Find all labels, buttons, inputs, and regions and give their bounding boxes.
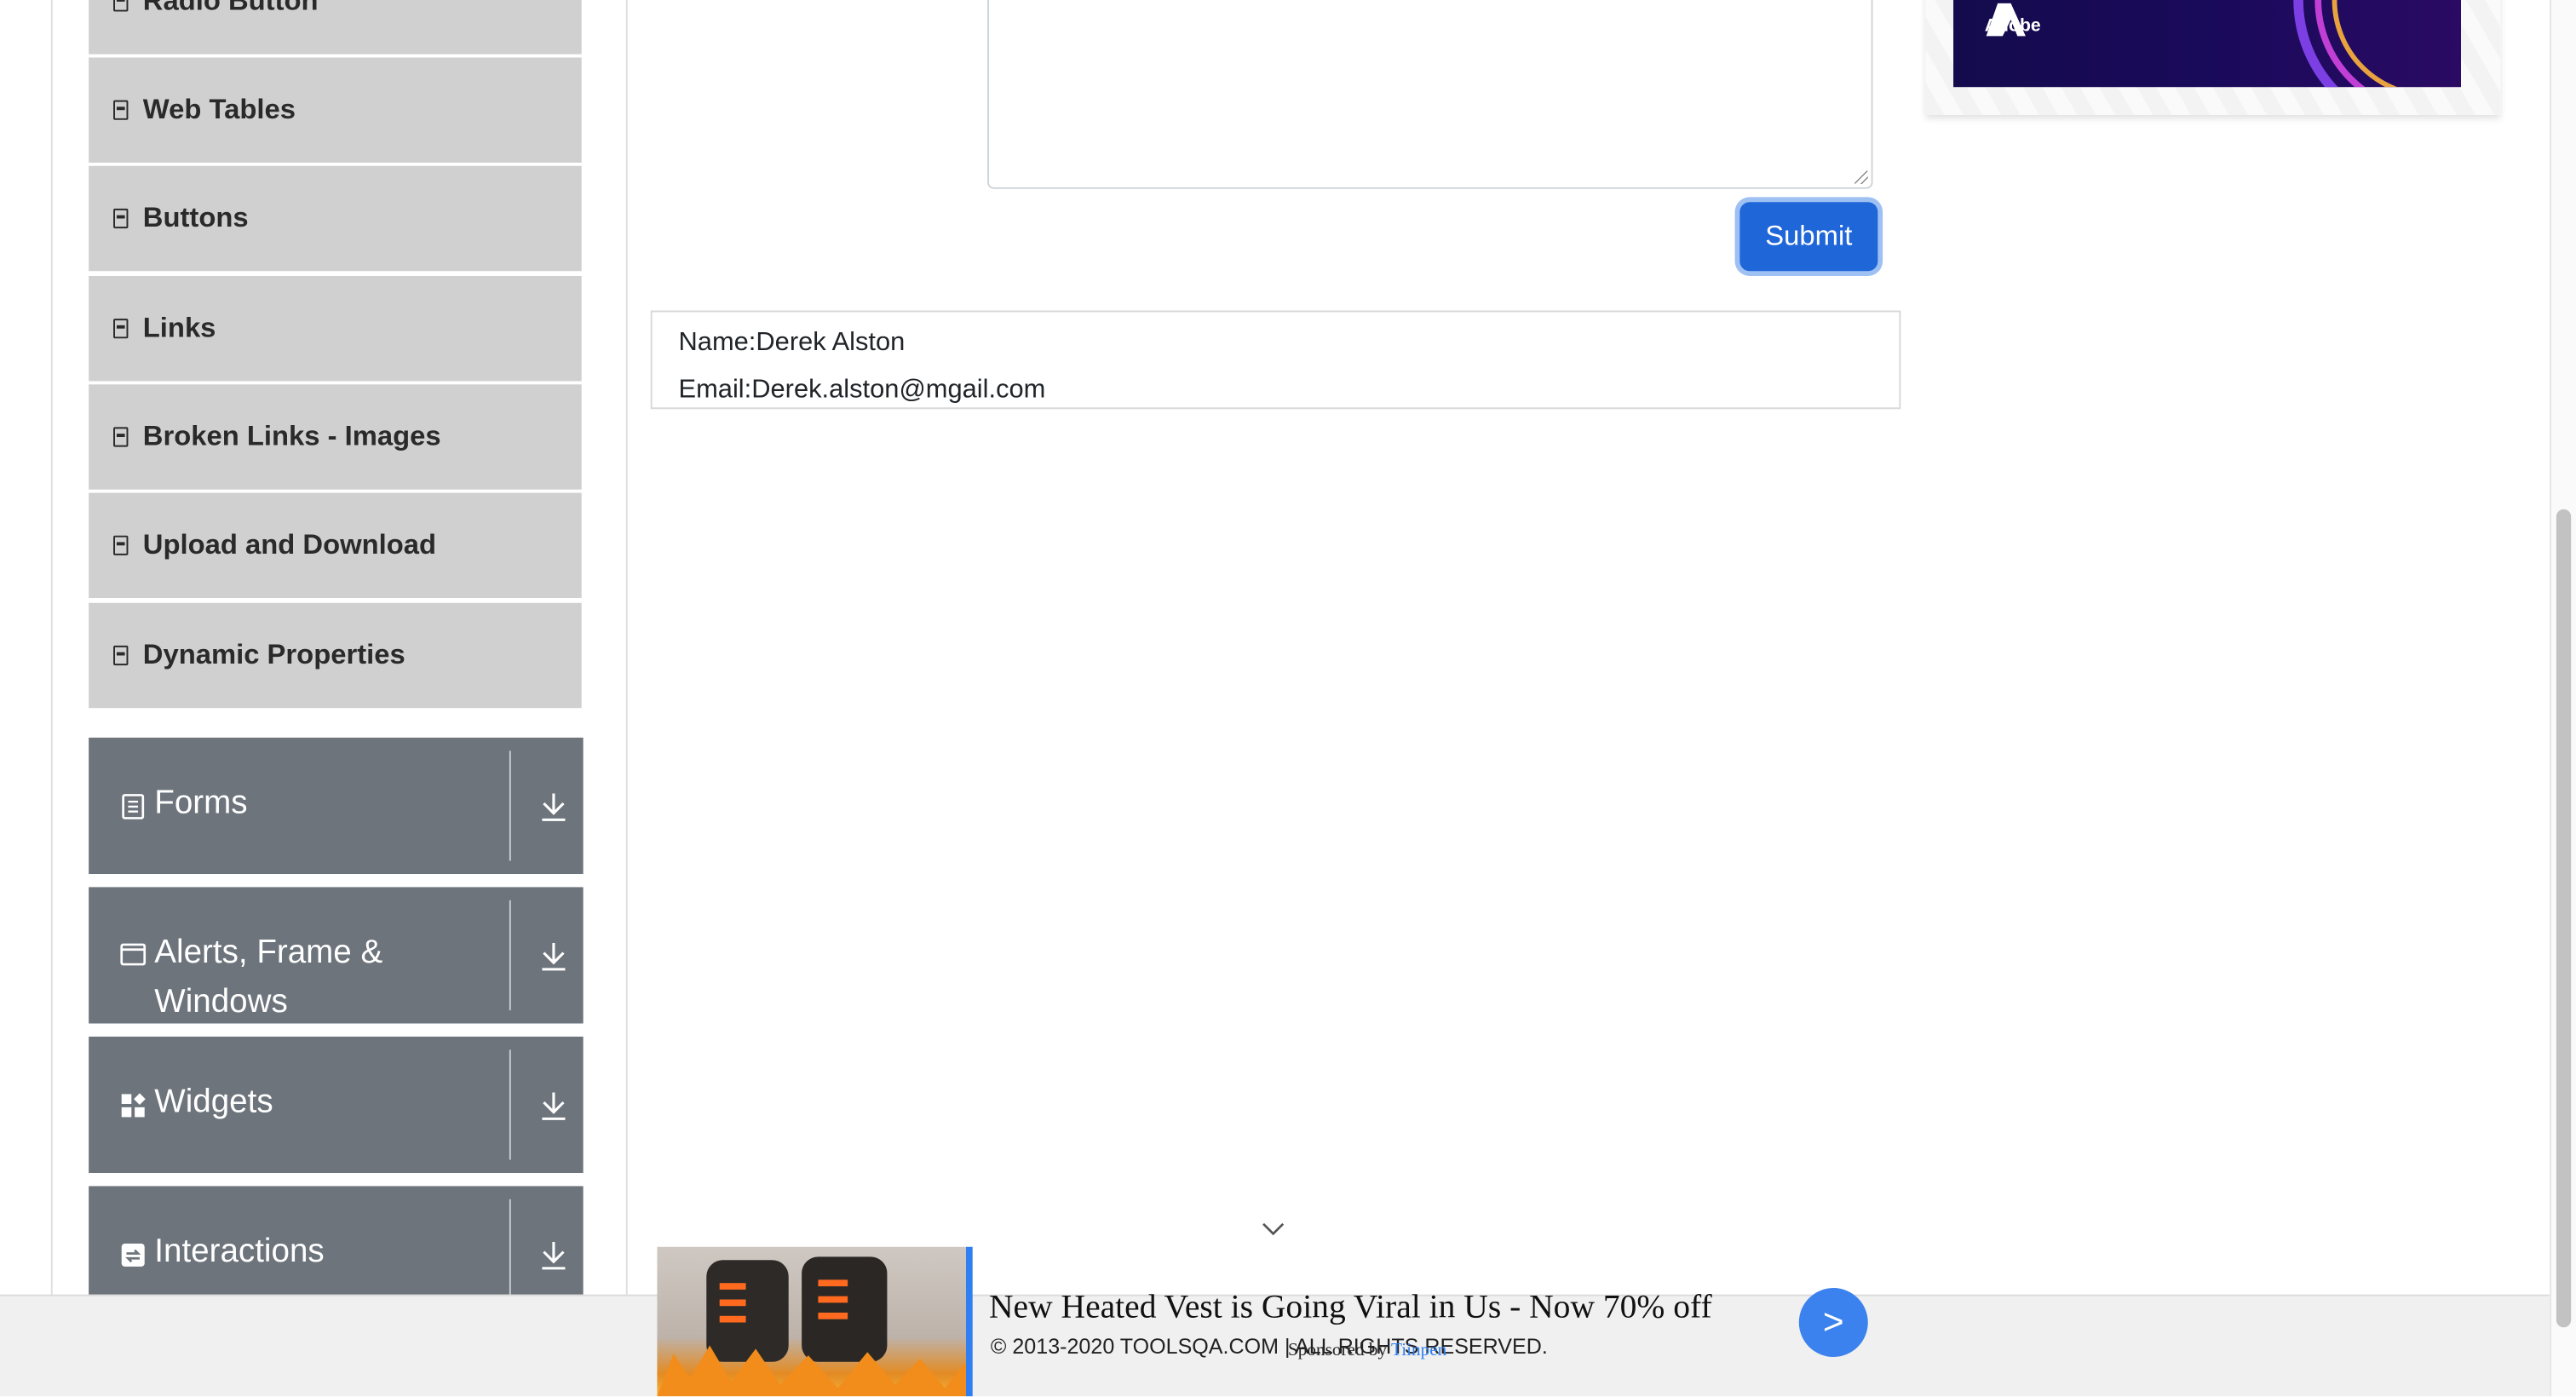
group-header-forms[interactable]: Forms [89, 737, 584, 874]
sidebar-item-label: Broken Links - Images [142, 420, 441, 452]
sidebar-item-label: Buttons [142, 202, 249, 233]
group-label: Interactions [154, 1233, 325, 1270]
ad-go-button[interactable]: > [1798, 1287, 1868, 1357]
sidebar-item-label: Links [142, 312, 216, 344]
sidebar-item-web-tables[interactable]: Web Tables [89, 57, 582, 163]
file-code-icon [113, 645, 129, 666]
group-header-widgets[interactable]: Widgets [89, 1036, 584, 1173]
sidebar-item-dynamic-properties[interactable]: Dynamic Properties [89, 602, 582, 709]
download-arrow-icon[interactable] [539, 790, 569, 824]
file-code-icon [113, 535, 129, 555]
right-ad-banner[interactable]: Adobe [1925, 0, 2501, 115]
sidebar-item-radio-button[interactable]: Radio Button [89, 0, 582, 55]
output-panel: Name:Derek Alston Email:Derek.alston@mga… [650, 310, 1901, 410]
sponsored-prefix: Sponsored by [1287, 1340, 1388, 1360]
sponsor-name[interactable]: Tiinpen [1391, 1341, 1446, 1360]
ad-image: Adobe [1953, 0, 2461, 88]
resize-grip-icon[interactable] [1854, 170, 1868, 184]
file-code-icon [113, 0, 129, 12]
ad-sponsored: Sponsored by Tiinpen [1288, 1341, 1446, 1360]
group-header-alerts-frame-windows[interactable]: Alerts, Frame & Windows [89, 887, 584, 1024]
download-arrow-icon[interactable] [539, 1089, 569, 1123]
divider [509, 1049, 511, 1160]
chevron-down-icon[interactable] [1260, 1219, 1286, 1239]
group-label: Widgets [154, 1084, 273, 1121]
divider [509, 900, 511, 1011]
interactions-icon [121, 1243, 145, 1267]
download-arrow-icon[interactable] [539, 940, 569, 973]
group-label-line2: Windows [154, 984, 288, 1020]
sidebar-item-label: Dynamic Properties [142, 639, 405, 670]
ad-headline[interactable]: New Heated Vest is Going Viral in Us - N… [989, 1290, 1712, 1327]
adobe-logo-text: Adobe [1984, 16, 2041, 37]
sidebar-item-broken-links[interactable]: Broken Links - Images [89, 384, 582, 490]
sidebar-item-label: Web Tables [142, 93, 296, 125]
sidebar-item-upload-download[interactable]: Upload and Download [89, 492, 582, 598]
permanent-address-textarea[interactable] [987, 0, 1873, 189]
sidebar-item-label: Radio Button [142, 0, 319, 17]
footer-copyright: © 2013-2020 TOOLSQA.COM | ALL RIGHTS RES… [990, 1333, 1548, 1359]
window-icon [120, 943, 147, 966]
download-arrow-icon[interactable] [539, 1239, 569, 1272]
file-code-icon [113, 100, 129, 120]
sidebar-item-label: Upload and Download [142, 528, 437, 561]
ad-graphic [657, 1256, 966, 1397]
file-code-icon [113, 319, 129, 339]
group-label-line1: Alerts, Frame & [154, 934, 383, 971]
divider [509, 1199, 511, 1310]
file-code-icon [113, 427, 129, 447]
output-email: Email:Derek.alston@mgail.com [678, 376, 1046, 405]
ad-accent-bar [965, 1246, 973, 1397]
page: Radio Button Web Tables Buttons Links Br… [0, 0, 2576, 1397]
file-code-icon [113, 208, 129, 229]
output-name: Name:Derek Alston [678, 328, 906, 357]
sidebar-item-links[interactable]: Links [89, 275, 582, 382]
widgets-icon [121, 1093, 146, 1118]
ad-graphic [1986, 0, 2398, 88]
divider [509, 750, 511, 861]
submit-button[interactable]: Submit [1739, 202, 1878, 272]
group-label: Forms [154, 785, 248, 822]
scrollbar-thumb[interactable] [2556, 509, 2572, 1328]
sidebar-item-buttons[interactable]: Buttons [89, 165, 582, 272]
ad-image-heated-vest[interactable] [657, 1246, 966, 1397]
document-icon [122, 794, 145, 819]
